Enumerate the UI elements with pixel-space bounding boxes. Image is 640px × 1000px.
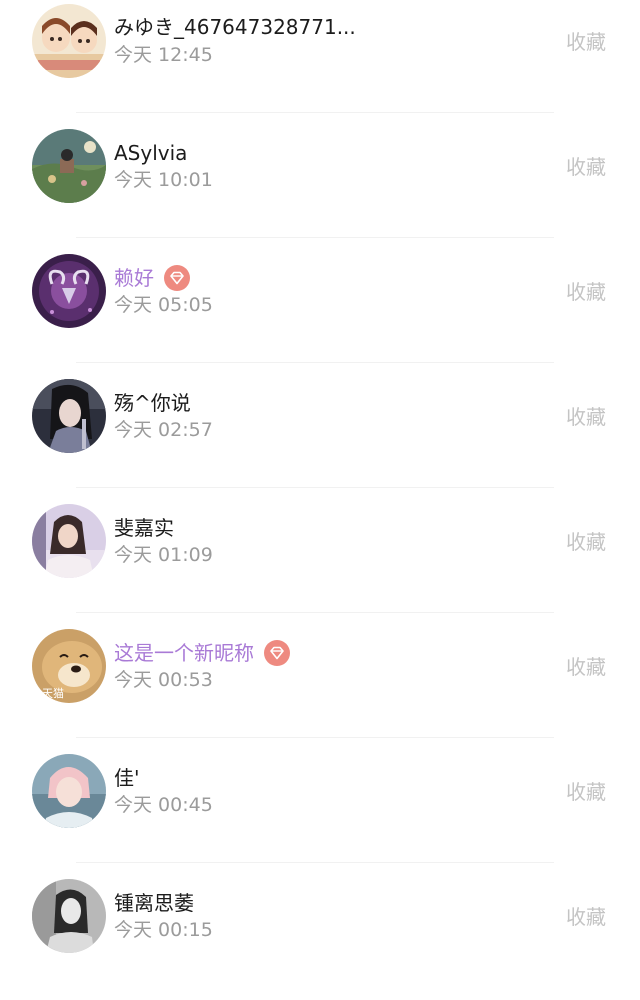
nickname-line: 锺离思萎 bbox=[114, 888, 194, 918]
nickname-line: ASylvia bbox=[114, 138, 187, 168]
visit-time: 今天 10:01 bbox=[114, 169, 213, 191]
avatar[interactable] bbox=[32, 129, 106, 203]
favorite-button[interactable]: 收藏 bbox=[566, 277, 606, 307]
visit-time: 今天 02:57 bbox=[114, 419, 213, 441]
divider bbox=[76, 237, 554, 238]
list-item[interactable]: 天猫 这是一个新昵称 今天 00:53 收藏 bbox=[0, 625, 640, 750]
favorite-button[interactable]: 收藏 bbox=[566, 152, 606, 182]
favorite-button[interactable]: 收藏 bbox=[566, 27, 606, 57]
favorite-button[interactable]: 收藏 bbox=[566, 402, 606, 432]
favorite-button[interactable]: 收藏 bbox=[566, 777, 606, 807]
favorite-button[interactable]: 收藏 bbox=[566, 902, 606, 932]
visit-time: 今天 00:15 bbox=[114, 919, 213, 941]
nickname: みゆき_467647328771... bbox=[114, 15, 356, 39]
avatar[interactable] bbox=[32, 754, 106, 828]
nickname-line: 这是一个新昵称 bbox=[114, 638, 290, 668]
avatar[interactable] bbox=[32, 879, 106, 953]
divider bbox=[76, 362, 554, 363]
nickname: 殇^你说 bbox=[114, 391, 191, 415]
nickname-line: 殇^你说 bbox=[114, 388, 191, 418]
avatar[interactable] bbox=[32, 504, 106, 578]
visit-time: 今天 05:05 bbox=[114, 294, 213, 316]
list-item[interactable]: 佳' 今天 00:45 收藏 bbox=[0, 750, 640, 875]
nickname: 赖好 bbox=[114, 266, 154, 290]
list-item[interactable]: 赖好 今天 05:05 收藏 bbox=[0, 250, 640, 375]
visit-time: 今天 00:45 bbox=[114, 794, 213, 816]
visit-time: 今天 00:53 bbox=[114, 669, 213, 691]
list-item[interactable]: 锺离思萎 今天 00:15 收藏 bbox=[0, 875, 640, 1000]
nickname-line: 赖好 bbox=[114, 263, 190, 293]
list-item[interactable]: ASylvia 今天 10:01 收藏 bbox=[0, 125, 640, 250]
vip-diamond-icon bbox=[164, 265, 190, 291]
nickname-line: みゆき_467647328771... bbox=[114, 12, 356, 42]
favorite-button[interactable]: 收藏 bbox=[566, 527, 606, 557]
visit-time: 今天 01:09 bbox=[114, 544, 213, 566]
nickname: ASylvia bbox=[114, 141, 188, 165]
divider bbox=[76, 612, 554, 613]
visit-time: 今天 12:45 bbox=[114, 44, 213, 66]
nickname: 这是一个新昵称 bbox=[114, 641, 254, 665]
avatar[interactable]: 天猫 bbox=[32, 629, 106, 703]
nickname: 锺离思萎 bbox=[114, 891, 194, 915]
divider bbox=[76, 112, 554, 113]
list-item[interactable]: 斐嘉实 今天 01:09 收藏 bbox=[0, 500, 640, 625]
divider bbox=[76, 862, 554, 863]
avatar[interactable] bbox=[32, 379, 106, 453]
avatar[interactable] bbox=[32, 254, 106, 328]
list-item[interactable]: みゆき_467647328771... 今天 12:45 收藏 bbox=[0, 0, 640, 125]
divider bbox=[76, 487, 554, 488]
nickname: 佳' bbox=[114, 766, 140, 790]
favorite-button[interactable]: 收藏 bbox=[566, 652, 606, 682]
visitor-list: みゆき_467647328771... 今天 12:45 收藏 ASylvia … bbox=[0, 0, 640, 975]
divider bbox=[76, 737, 554, 738]
avatar-watermark: 天猫 bbox=[42, 687, 64, 700]
vip-diamond-icon bbox=[264, 640, 290, 666]
avatar[interactable] bbox=[32, 4, 106, 78]
list-item[interactable]: 殇^你说 今天 02:57 收藏 bbox=[0, 375, 640, 500]
nickname-line: 斐嘉实 bbox=[114, 513, 174, 543]
nickname: 斐嘉实 bbox=[114, 516, 174, 540]
nickname-line: 佳' bbox=[114, 763, 140, 793]
